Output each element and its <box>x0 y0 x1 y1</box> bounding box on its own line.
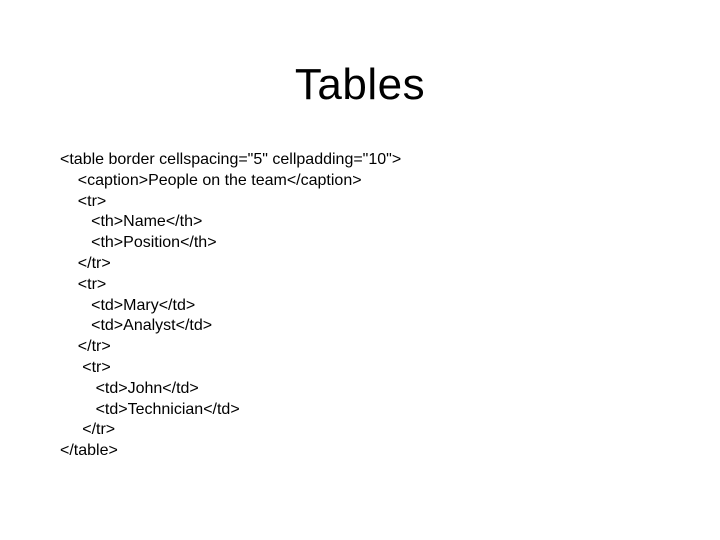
code-example: <table border cellspacing="5" cellpaddin… <box>60 150 401 462</box>
slide: Tables <table border cellspacing="5" cel… <box>0 0 720 540</box>
slide-title: Tables <box>0 60 720 110</box>
